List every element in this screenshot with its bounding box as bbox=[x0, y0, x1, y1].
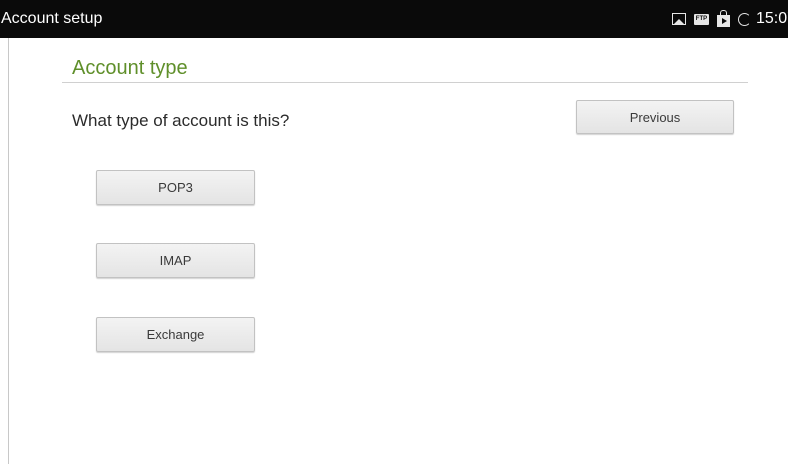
sync-icon bbox=[737, 12, 751, 26]
account-setup-screen: Account setup FTP 15:07 Account type Wha… bbox=[0, 0, 788, 464]
exchange-button[interactable]: Exchange bbox=[96, 317, 255, 352]
status-icons: FTP 15:07 bbox=[671, 0, 788, 38]
page-title: Account type bbox=[72, 57, 188, 79]
clock: 15:07 bbox=[755, 10, 788, 27]
previous-button[interactable]: Previous bbox=[576, 100, 734, 134]
window-edge bbox=[8, 38, 9, 464]
question-text: What type of account is this? bbox=[72, 111, 290, 130]
window-title: Account setup bbox=[1, 10, 103, 27]
title-divider bbox=[62, 82, 748, 83]
image-icon bbox=[671, 13, 686, 25]
status-bar: Account setup FTP 15:07 bbox=[0, 0, 788, 38]
ftp-icon: FTP bbox=[693, 13, 709, 25]
imap-button[interactable]: IMAP bbox=[96, 243, 255, 278]
play-store-icon bbox=[716, 9, 730, 27]
pop3-button[interactable]: POP3 bbox=[96, 170, 255, 205]
